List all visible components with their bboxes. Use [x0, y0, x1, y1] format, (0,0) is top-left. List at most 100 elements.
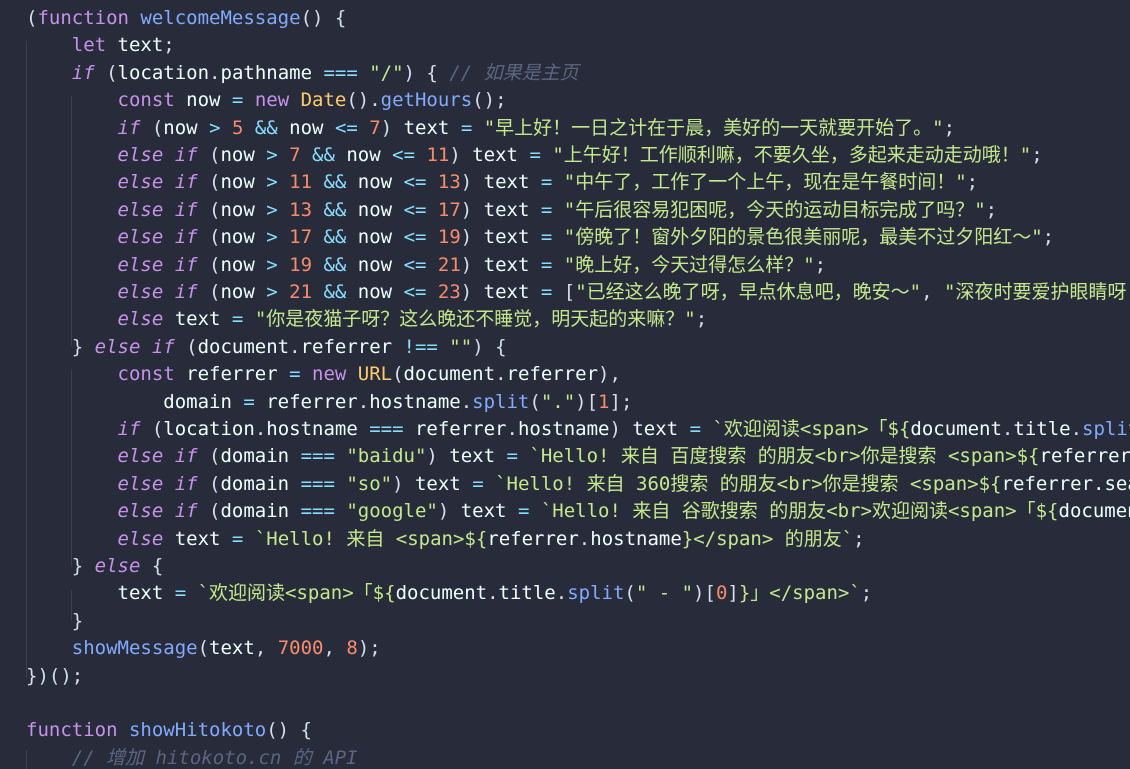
- code-token: showMessage: [26, 637, 198, 660]
- code-line[interactable]: else if (now > 11 && now <= 13) text = "…: [26, 169, 979, 196]
- code-editor[interactable]: (function welcomeMessage() { let text; i…: [0, 0, 1130, 769]
- code-token: now: [357, 253, 404, 276]
- code-token: "早上好！一日之计在于晨，美好的一天就要开始了。": [483, 116, 944, 139]
- code-token: 8: [346, 637, 358, 660]
- code-line[interactable]: text = `欢迎阅读<span>「${document.title.spli…: [26, 580, 873, 607]
- code-token: 13: [289, 198, 324, 221]
- code-token: }: [26, 335, 95, 358]
- code-token: 11: [289, 171, 324, 194]
- code-token: !==: [403, 335, 450, 358]
- code-line[interactable]: const now = new Date().getHours();: [26, 87, 507, 114]
- code-token: (: [186, 335, 198, 358]
- code-token: "你是夜猫子呀？这么晚还不睡觉，明天起的来嘛？": [254, 308, 696, 331]
- code-token: &&: [312, 144, 347, 166]
- code-token: (: [151, 116, 164, 139]
- code-line[interactable]: function showHitokoto() {: [26, 717, 312, 744]
- code-token: () {: [300, 7, 347, 29]
- code-line[interactable]: })();: [26, 663, 83, 690]
- code-token: text: [460, 500, 518, 523]
- code-token: text: [483, 198, 541, 221]
- code-token: "晚上好，今天过得怎么样？": [563, 253, 815, 276]
- code-token: function: [26, 719, 129, 742]
- code-token: =: [540, 226, 564, 249]
- code-token: split: [1082, 418, 1130, 440]
- code-token: `Hello! 来自 谷歌搜索 的朋友<br>欢迎阅读<span>「${: [540, 500, 1059, 523]
- code-token: if: [26, 61, 107, 84]
- code-line[interactable]: }: [26, 608, 83, 635]
- code-line[interactable]: else if (domain === "google") text = `He…: [26, 498, 1130, 525]
- code-token: now: [220, 171, 267, 194]
- code-line[interactable]: if (location.hostname === referrer.hostn…: [26, 416, 1130, 443]
- code-line[interactable]: else if (now > 21 && now <= 23) text = […: [26, 279, 1127, 306]
- code-line[interactable]: let text;: [26, 32, 175, 59]
- code-line[interactable]: else text = "你是夜猫子呀？这么晚还不睡觉，明天起的来嘛？";: [26, 306, 708, 333]
- code-token: .: [357, 390, 370, 413]
- code-line[interactable]: else if (domain === "baidu") text = `Hel…: [26, 443, 1130, 470]
- code-line[interactable]: (function welcomeMessage() {: [26, 5, 346, 32]
- code-token: 11: [426, 144, 450, 166]
- code-token: (: [209, 281, 221, 303]
- code-line[interactable]: else if (now > 7 && now <= 11) text = "上…: [26, 142, 1043, 169]
- code-token: >: [266, 198, 290, 221]
- code-token: now: [357, 171, 404, 194]
- code-token: ) {: [472, 335, 507, 358]
- code-token: referrer: [506, 363, 599, 386]
- code-line[interactable]: if (location.pathname === "/") { // 如果是主…: [26, 60, 579, 87]
- code-token: else if: [26, 253, 210, 276]
- code-token: ;: [860, 582, 873, 605]
- code-token: now: [220, 281, 267, 303]
- code-token: "傍晚了！窗外夕阳的景色很美丽呢，最美不过夕阳红～": [563, 226, 1043, 249]
- code-token: ;: [943, 116, 956, 139]
- code-token: ;: [163, 34, 175, 57]
- code-token: referrer: [414, 418, 507, 440]
- code-token: now: [357, 226, 404, 249]
- code-line[interactable]: else if (now > 17 && now <= 19) text = "…: [26, 224, 1055, 251]
- code-token: showHitokoto: [128, 719, 267, 742]
- code-token: .: [487, 582, 499, 605]
- code-token: ;: [1042, 226, 1055, 249]
- code-token: document: [1058, 500, 1130, 523]
- code-token: else if: [26, 171, 210, 194]
- code-line[interactable]: else text = `Hello! 来自 <span>${referrer.…: [26, 526, 865, 553]
- code-line[interactable]: else if (now > 19 && now <= 21) text = "…: [26, 252, 827, 279]
- code-token: 19: [289, 253, 324, 276]
- code-line[interactable]: showMessage(text, 7000, 8);: [26, 635, 381, 662]
- code-token: .: [209, 61, 221, 84]
- code-token: "已经这么晚了呀，早点休息吧，晚安～": [575, 281, 922, 303]
- code-token: ;: [814, 253, 827, 276]
- code-line[interactable]: domain = referrer.hostname.split(".")[1]…: [26, 389, 632, 416]
- code-token: >: [266, 144, 290, 166]
- code-token: location: [163, 418, 255, 440]
- code-token: "google": [346, 500, 438, 523]
- code-token: ): [437, 500, 461, 523]
- code-token: hostname: [369, 390, 461, 413]
- code-line[interactable]: } else if (document.referrer !== "") {: [26, 334, 507, 361]
- code-token: text: [632, 418, 690, 440]
- code-token: `欢迎阅读<span>「${: [197, 582, 396, 605]
- code-token: document: [197, 335, 290, 358]
- code-token: ): [392, 472, 415, 495]
- code-token: =: [231, 308, 255, 331]
- code-line[interactable]: if (now > 5 && now <= 7) text = "早上好！一日之…: [26, 115, 956, 142]
- code-token: (: [209, 198, 221, 221]
- code-token: text: [483, 226, 541, 249]
- code-token: =: [540, 253, 564, 276]
- code-token: const: [26, 363, 187, 386]
- code-line[interactable]: } else {: [26, 553, 164, 580]
- code-line[interactable]: const referrer = new URL(document.referr…: [26, 361, 621, 388]
- code-token: now: [220, 198, 267, 221]
- code-line[interactable]: // 增加 hitokoto.cn 的 API: [26, 745, 358, 769]
- code-token: .: [289, 335, 301, 358]
- code-token: document: [395, 582, 488, 605]
- code-token: now: [163, 116, 210, 139]
- code-token: "baidu": [346, 445, 427, 468]
- code-line[interactable]: else if (now > 13 && now <= 17) text = "…: [26, 197, 998, 224]
- code-token: ): [460, 281, 484, 303]
- code-token: `Hello! 来自 <span>${: [254, 527, 488, 550]
- code-token: .: [460, 390, 473, 413]
- code-line[interactable]: else if (domain === "so") text = `Hello!…: [26, 471, 1130, 498]
- code-token: <=: [403, 226, 438, 249]
- code-token: text: [117, 34, 164, 57]
- code-token: Date: [300, 89, 347, 112]
- code-token: )[: [693, 582, 716, 605]
